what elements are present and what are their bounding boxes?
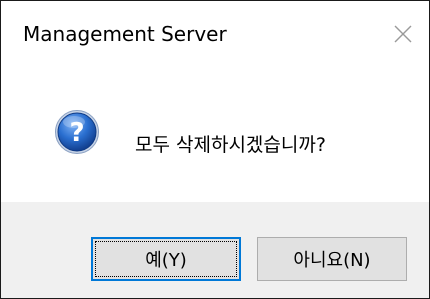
no-button[interactable]: 아니요(N) <box>257 237 407 281</box>
close-icon <box>394 25 412 43</box>
button-bar: 예(Y) 아니요(N) <box>1 202 429 298</box>
message-dialog: Management Server ? 모두 삭제하시겠습니까? 예(Y) 아니… <box>0 0 430 299</box>
dialog-title: Management Server <box>23 22 227 46</box>
dialog-message: 모두 삭제하시겠습니까? <box>135 134 326 156</box>
close-button[interactable] <box>383 15 423 51</box>
dialog-body: ? 모두 삭제하시겠습니까? <box>1 65 429 202</box>
question-icon: ? <box>55 110 99 154</box>
title-bar[interactable]: Management Server <box>1 1 429 65</box>
yes-button[interactable]: 예(Y) <box>91 237 241 281</box>
svg-text:?: ? <box>69 118 84 148</box>
